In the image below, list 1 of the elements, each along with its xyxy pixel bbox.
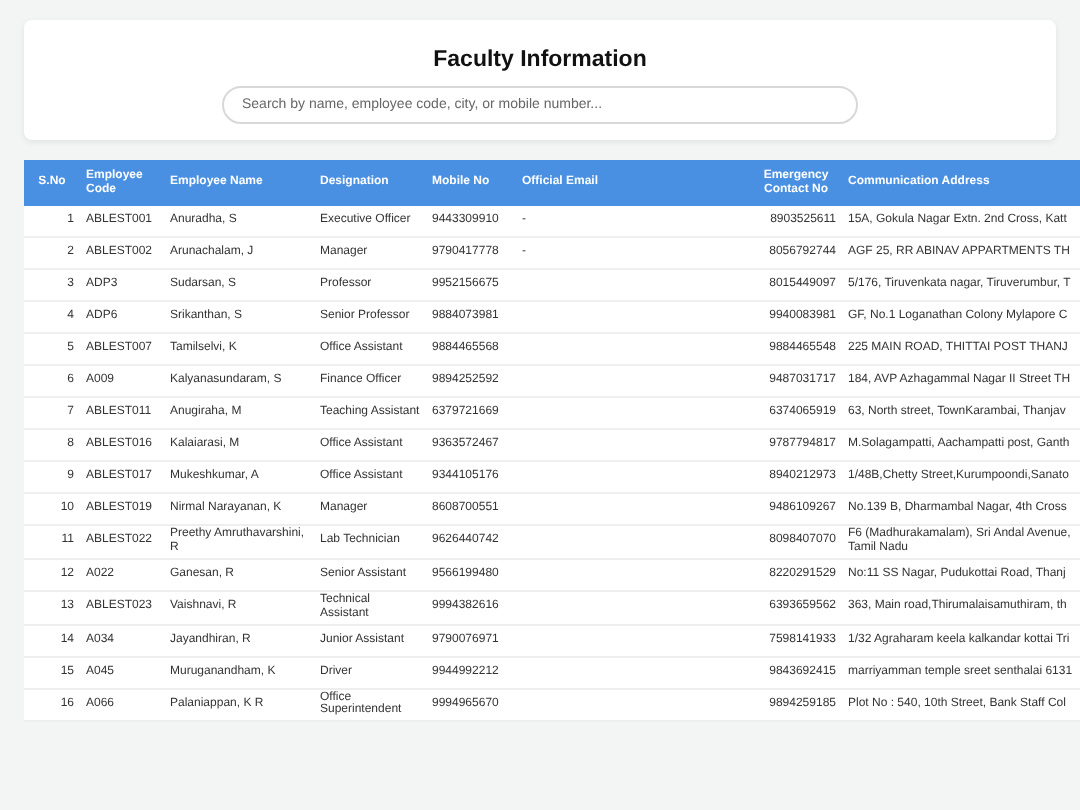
- page-title: Faculty Information: [433, 48, 647, 72]
